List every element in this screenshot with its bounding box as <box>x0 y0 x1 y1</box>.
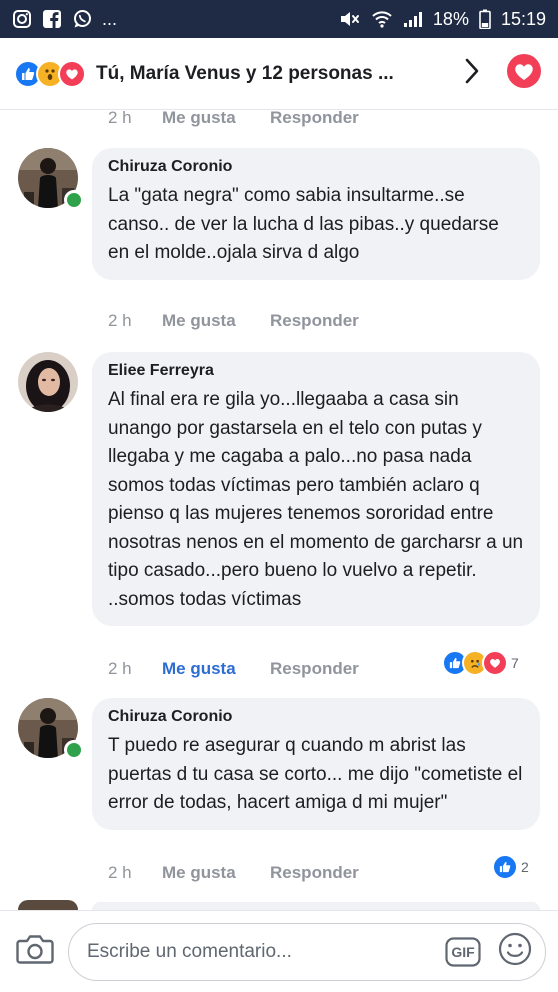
comment-bubble[interactable]: Chiruza Coronio T puedo re asegurar q cu… <box>92 698 540 830</box>
reaction-count[interactable]: 2 <box>492 854 529 880</box>
gif-label: GIF <box>451 943 475 960</box>
comment-author[interactable]: Eliee Ferreyra <box>108 362 524 380</box>
comment-bubble[interactable] <box>92 902 540 910</box>
reply-button[interactable]: Responder <box>270 110 359 128</box>
reactions-header: Tú, María Venus y 12 personas ... <box>0 38 558 110</box>
online-indicator <box>64 190 84 210</box>
chevron-right-icon <box>464 58 480 89</box>
comment-input-box[interactable]: GIF <box>68 922 546 981</box>
facebook-icon <box>42 9 62 29</box>
comment-time: 2 h <box>108 110 132 127</box>
status-bar-right: 18% 15:19 <box>339 9 546 30</box>
comment-time: 2 h <box>108 659 132 678</box>
emoji-button[interactable] <box>495 932 535 972</box>
reply-button[interactable]: Responder <box>270 659 359 679</box>
smiley-icon <box>498 932 532 971</box>
whatsapp-icon <box>72 9 92 29</box>
love-reaction-icon <box>58 59 86 88</box>
comment-text: La "gata negra" como sabia insultarme..s… <box>108 185 499 263</box>
like-reaction-icon <box>492 854 518 880</box>
comment-actions: 2 h Me gusta Responder <box>108 658 359 680</box>
reply-button[interactable]: Responder <box>270 863 359 883</box>
notifications-ellipsis: ... <box>102 8 118 29</box>
love-reaction-icon <box>482 650 508 676</box>
love-react-button[interactable] <box>504 54 544 94</box>
gif-button[interactable]: GIF <box>445 936 481 967</box>
avatar[interactable] <box>18 900 78 910</box>
comment-bubble[interactable]: Chiruza Coronio La "gata negra" como sab… <box>92 148 540 280</box>
comment-composer: GIF <box>0 910 558 992</box>
like-button[interactable]: Me gusta <box>162 110 270 128</box>
like-button[interactable]: Me gusta <box>162 863 270 883</box>
battery-icon <box>479 9 491 29</box>
reply-button[interactable]: Responder <box>270 311 359 331</box>
like-button[interactable]: Me gusta <box>162 659 270 679</box>
comment-bubble[interactable]: Eliee Ferreyra Al final era re gila yo..… <box>92 352 540 626</box>
status-bar-left: ... <box>12 9 117 30</box>
comment-text: T puedo re asegurar q cuando m abrist la… <box>108 735 523 813</box>
camera-icon <box>16 933 54 970</box>
comment-time: 2 h <box>108 311 132 330</box>
battery-percent: 18% <box>432 8 469 29</box>
status-bar: ... 18% 15:19 <box>0 0 558 38</box>
comments-list[interactable]: 2 h Me gusta Responder Chiruza Coronio L… <box>0 110 558 910</box>
wifi-icon <box>371 9 393 29</box>
comment-author[interactable]: Chiruza Coronio <box>108 708 524 726</box>
comment-actions: 2 h Me gusta Responder <box>108 110 359 129</box>
comment-actions: 2 h Me gusta Responder <box>108 862 359 884</box>
clock: 15:19 <box>500 8 546 29</box>
heart-icon <box>506 53 542 94</box>
comment-input[interactable] <box>85 939 437 964</box>
forward-button[interactable] <box>452 54 492 94</box>
instagram-icon <box>12 9 32 29</box>
like-button[interactable]: Me gusta <box>162 311 270 331</box>
comment-author[interactable]: Chiruza Coronio <box>108 158 524 176</box>
reactions-summary-text[interactable]: Tú, María Venus y 12 personas ... <box>96 63 440 85</box>
reaction-count[interactable]: 7 <box>442 650 519 676</box>
reaction-summary[interactable] <box>14 59 86 88</box>
comment-actions: 2 h Me gusta Responder <box>108 310 359 332</box>
reaction-count-number: 7 <box>511 655 519 671</box>
avatar[interactable] <box>18 352 78 412</box>
online-indicator <box>64 740 84 760</box>
reaction-count-number: 2 <box>521 859 529 875</box>
camera-button[interactable] <box>12 929 58 975</box>
signal-icon <box>403 10 423 28</box>
comment-text: Al final era re gila yo...llegaaba a cas… <box>108 389 524 610</box>
comment-time: 2 h <box>108 863 132 882</box>
mute-icon <box>339 9 361 29</box>
